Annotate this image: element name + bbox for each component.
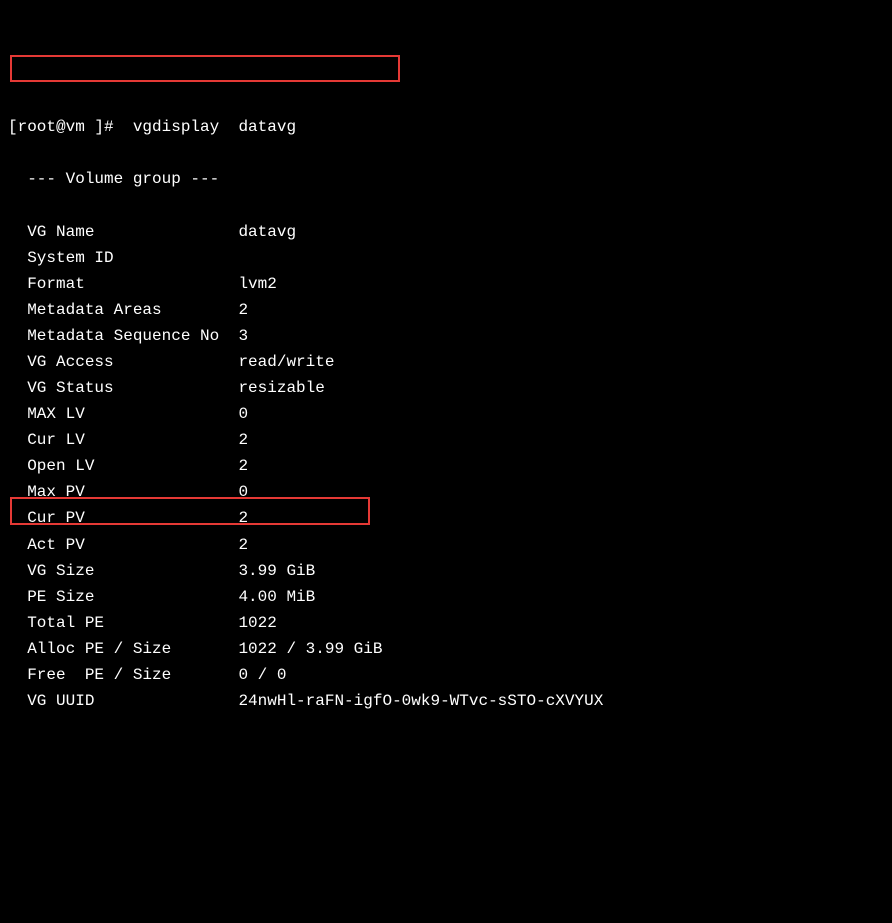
output-row: MAX LV 0 [8, 401, 884, 427]
output-row: VG Status resizable [8, 375, 884, 401]
output-row: Act PV 2 [8, 532, 884, 558]
output-row: Format lvm2 [8, 271, 884, 297]
output-row: VG UUID 24nwHl-raFN-igfO-0wk9-WTvc-sSTO-… [8, 688, 884, 714]
output-row: VG Access read/write [8, 349, 884, 375]
output-row: Cur PV 2 [8, 505, 884, 531]
output-row: Open LV 2 [8, 453, 884, 479]
output-row: Alloc PE / Size 1022 / 3.99 GiB [8, 636, 884, 662]
output-row: Free PE / Size 0 / 0 [8, 662, 884, 688]
output-row: Metadata Sequence No 3 [8, 323, 884, 349]
output-row: VG Name datavg [8, 219, 884, 245]
output-row: VG Size 3.99 GiB [8, 558, 884, 584]
highlight-vg-name [10, 55, 400, 82]
output-row: Metadata Areas 2 [8, 297, 884, 323]
volume-group-header: --- Volume group --- [8, 166, 884, 192]
output-row: System ID [8, 245, 884, 271]
output-row: Max PV 0 [8, 479, 884, 505]
output-row: Cur LV 2 [8, 427, 884, 453]
vgdisplay-output: VG Name datavg System ID Format lvm2 Met… [8, 219, 884, 714]
output-row: PE Size 4.00 MiB [8, 584, 884, 610]
command-prompt-line: [root@vm ]# vgdisplay datavg [8, 114, 884, 140]
output-row: Total PE 1022 [8, 610, 884, 636]
